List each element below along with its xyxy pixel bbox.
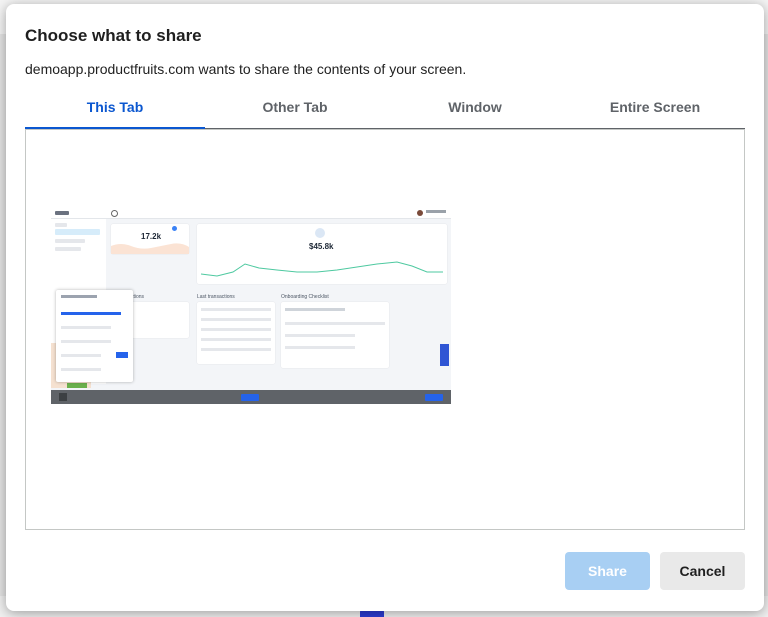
table-row bbox=[201, 308, 271, 311]
list-item bbox=[285, 346, 355, 349]
tab-entire-screen[interactable]: Entire Screen bbox=[565, 92, 745, 128]
preview-start-button bbox=[116, 352, 128, 358]
list-item bbox=[285, 308, 345, 311]
preview-last-transactions-card bbox=[197, 302, 275, 364]
list-item bbox=[61, 340, 111, 343]
tab-other-tab[interactable]: Other Tab bbox=[205, 92, 385, 128]
cancel-button[interactable]: Cancel bbox=[660, 552, 745, 590]
preview-username bbox=[426, 210, 446, 213]
table-row bbox=[201, 338, 271, 341]
list-item bbox=[61, 354, 101, 357]
preview-stat-sparkline bbox=[111, 243, 189, 254]
search-icon bbox=[111, 210, 118, 217]
preview-revenue-value: $45.8k bbox=[309, 242, 334, 251]
list-item bbox=[61, 326, 111, 329]
preview-bottom-icon bbox=[59, 393, 67, 401]
preview-stat-card: 17.2k bbox=[111, 224, 189, 254]
chart-icon bbox=[315, 228, 325, 238]
preview-onboarding-title: Onboarding Checklist bbox=[281, 294, 329, 300]
preview-getting-started-popup bbox=[56, 290, 133, 382]
table-row bbox=[201, 348, 271, 351]
preview-bottom-button bbox=[425, 394, 443, 401]
preview-logo bbox=[55, 211, 69, 215]
preview-green-button bbox=[67, 383, 87, 388]
dialog-subtitle: demoapp.productfruits.com wants to share… bbox=[25, 61, 467, 77]
progress-bar bbox=[61, 312, 121, 315]
list-item bbox=[61, 368, 101, 371]
preview-revenue-card: $45.8k bbox=[197, 224, 447, 284]
preview-feedback-tab bbox=[440, 344, 449, 366]
preview-revenue-line-chart bbox=[200, 261, 443, 277]
table-row bbox=[201, 318, 271, 321]
avatar bbox=[417, 210, 423, 216]
tab-window[interactable]: Window bbox=[385, 92, 565, 128]
preview-bottom-bar bbox=[51, 390, 451, 404]
preview-last-transactions-title: Last transactions bbox=[197, 294, 235, 300]
preview-bottom-button bbox=[241, 394, 259, 401]
share-button[interactable]: Share bbox=[565, 552, 650, 590]
list-item bbox=[285, 334, 355, 337]
info-icon bbox=[172, 226, 177, 231]
tab-preview-area: 17.2k $45.8k ctions Last transactions On… bbox=[25, 129, 745, 530]
tab-this-tab[interactable]: This Tab bbox=[25, 92, 205, 130]
list-item bbox=[61, 295, 97, 298]
preview-sidebar-heading bbox=[55, 223, 67, 227]
progress-bar bbox=[285, 322, 385, 325]
preview-topbar bbox=[51, 208, 451, 219]
tab-preview-thumbnail[interactable]: 17.2k $45.8k ctions Last transactions On… bbox=[51, 208, 451, 404]
preview-sidebar-item bbox=[55, 239, 85, 243]
dialog-title: Choose what to share bbox=[25, 26, 202, 45]
preview-sidebar-item bbox=[55, 247, 81, 251]
share-source-tabs: This Tab Other Tab Window Entire Screen bbox=[25, 92, 745, 130]
share-screen-dialog: Choose what to share demoapp.productfrui… bbox=[6, 4, 764, 611]
table-row bbox=[201, 328, 271, 331]
preview-sidebar-item bbox=[55, 229, 100, 235]
preview-onboarding-card bbox=[281, 302, 389, 368]
